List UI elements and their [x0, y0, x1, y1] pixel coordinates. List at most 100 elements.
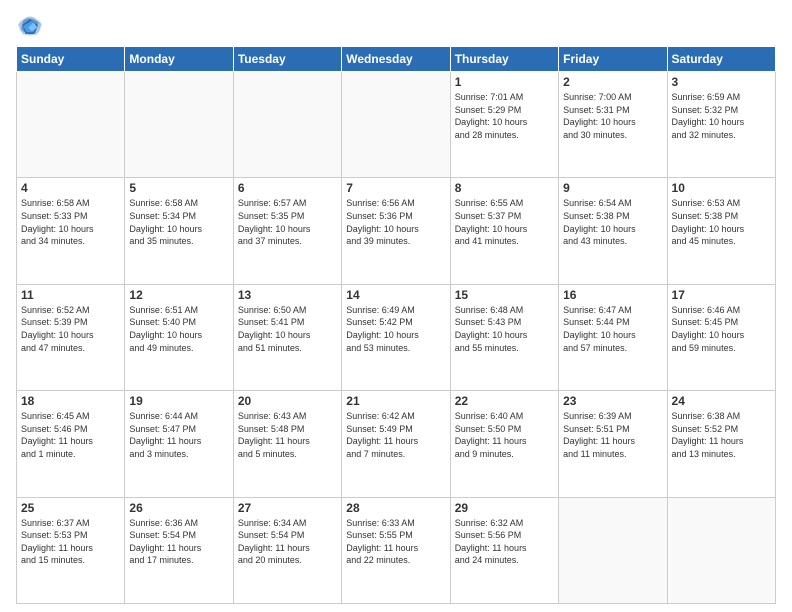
day-number: 24 — [672, 394, 771, 408]
header-day: Saturday — [667, 47, 775, 72]
day-info: Sunrise: 6:36 AMSunset: 5:54 PMDaylight:… — [129, 517, 228, 567]
calendar-table: SundayMondayTuesdayWednesdayThursdayFrid… — [16, 46, 776, 604]
day-number: 17 — [672, 288, 771, 302]
calendar-cell: 23 Sunrise: 6:39 AMSunset: 5:51 PMDayligh… — [559, 391, 667, 497]
calendar-cell — [559, 497, 667, 603]
day-info: Sunrise: 6:43 AMSunset: 5:48 PMDaylight:… — [238, 410, 337, 460]
day-info: Sunrise: 6:57 AMSunset: 5:35 PMDaylight:… — [238, 197, 337, 247]
day-number: 1 — [455, 75, 554, 89]
day-number: 6 — [238, 181, 337, 195]
calendar-cell: 21 Sunrise: 6:42 AMSunset: 5:49 PMDayligh… — [342, 391, 450, 497]
calendar-cell: 20Sunrise: 6:43 AMSunset: 5:48 PMDayligh… — [233, 391, 341, 497]
calendar-cell: 17Sunrise: 6:46 AMSunset: 5:45 PMDayligh… — [667, 284, 775, 390]
calendar-cell: 6 Sunrise: 6:57 AMSunset: 5:35 PMDaylight… — [233, 178, 341, 284]
day-number: 15 — [455, 288, 554, 302]
day-number: 28 — [346, 501, 445, 515]
day-info: Sunrise: 6:37 AMSunset: 5:53 PMDaylight:… — [21, 517, 120, 567]
header-day: Sunday — [17, 47, 125, 72]
day-info: Sunrise: 6:33 AMSunset: 5:55 PMDaylight:… — [346, 517, 445, 567]
day-info: Sunrise: 6:48 AMSunset: 5:43 PMDaylight:… — [455, 304, 554, 354]
calendar-cell: 9 Sunrise: 6:54 AMSunset: 5:38 PMDaylight… — [559, 178, 667, 284]
day-info: Sunrise: 7:00 AMSunset: 5:31 PMDaylight:… — [563, 91, 662, 141]
calendar-cell: 13 Sunrise: 6:50 AMSunset: 5:41 PMDayligh… — [233, 284, 341, 390]
calendar-week: 1 Sunrise: 7:01 AMSunset: 5:29 PMDaylight… — [17, 72, 776, 178]
day-info: Sunrise: 6:40 AMSunset: 5:50 PMDaylight:… — [455, 410, 554, 460]
day-info: Sunrise: 7:01 AMSunset: 5:29 PMDaylight:… — [455, 91, 554, 141]
day-info: Sunrise: 6:58 AMSunset: 5:33 PMDaylight:… — [21, 197, 120, 247]
day-number: 26 — [129, 501, 228, 515]
day-info: Sunrise: 6:49 AMSunset: 5:42 PMDaylight:… — [346, 304, 445, 354]
calendar-cell: 22 Sunrise: 6:40 AMSunset: 5:50 PMDayligh… — [450, 391, 558, 497]
day-number: 3 — [672, 75, 771, 89]
header-day: Thursday — [450, 47, 558, 72]
calendar-week: 25 Sunrise: 6:37 AMSunset: 5:53 PMDayligh… — [17, 497, 776, 603]
header-day: Tuesday — [233, 47, 341, 72]
day-number: 11 — [21, 288, 120, 302]
day-info: Sunrise: 6:54 AMSunset: 5:38 PMDaylight:… — [563, 197, 662, 247]
calendar-cell: 24Sunrise: 6:38 AMSunset: 5:52 PMDayligh… — [667, 391, 775, 497]
day-info: Sunrise: 6:44 AMSunset: 5:47 PMDaylight:… — [129, 410, 228, 460]
day-info: Sunrise: 6:56 AMSunset: 5:36 PMDaylight:… — [346, 197, 445, 247]
day-number: 19 — [129, 394, 228, 408]
day-info: Sunrise: 6:47 AMSunset: 5:44 PMDaylight:… — [563, 304, 662, 354]
calendar-cell: 15 Sunrise: 6:48 AMSunset: 5:43 PMDayligh… — [450, 284, 558, 390]
header — [16, 12, 776, 40]
day-info: Sunrise: 6:45 AMSunset: 5:46 PMDaylight:… — [21, 410, 120, 460]
calendar-cell — [17, 72, 125, 178]
day-info: Sunrise: 6:51 AMSunset: 5:40 PMDaylight:… — [129, 304, 228, 354]
day-number: 18 — [21, 394, 120, 408]
day-number: 29 — [455, 501, 554, 515]
header-row: SundayMondayTuesdayWednesdayThursdayFrid… — [17, 47, 776, 72]
header-day: Monday — [125, 47, 233, 72]
calendar-week: 18 Sunrise: 6:45 AMSunset: 5:46 PMDayligh… — [17, 391, 776, 497]
calendar-cell: 14 Sunrise: 6:49 AMSunset: 5:42 PMDayligh… — [342, 284, 450, 390]
calendar-header: SundayMondayTuesdayWednesdayThursdayFrid… — [17, 47, 776, 72]
header-day: Friday — [559, 47, 667, 72]
calendar-cell — [233, 72, 341, 178]
calendar-cell: 26 Sunrise: 6:36 AMSunset: 5:54 PMDayligh… — [125, 497, 233, 603]
calendar-cell — [342, 72, 450, 178]
day-number: 10 — [672, 181, 771, 195]
day-number: 22 — [455, 394, 554, 408]
page: SundayMondayTuesdayWednesdayThursdayFrid… — [0, 0, 792, 612]
calendar-cell: 29Sunrise: 6:32 AMSunset: 5:56 PMDayligh… — [450, 497, 558, 603]
calendar-cell: 2 Sunrise: 7:00 AMSunset: 5:31 PMDaylight… — [559, 72, 667, 178]
calendar-cell: 11 Sunrise: 6:52 AMSunset: 5:39 PMDayligh… — [17, 284, 125, 390]
day-info: Sunrise: 6:55 AMSunset: 5:37 PMDaylight:… — [455, 197, 554, 247]
calendar-cell: 10 Sunrise: 6:53 AMSunset: 5:38 PMDayligh… — [667, 178, 775, 284]
calendar-cell: 4 Sunrise: 6:58 AMSunset: 5:33 PMDaylight… — [17, 178, 125, 284]
day-number: 25 — [21, 501, 120, 515]
calendar-cell: 8 Sunrise: 6:55 AMSunset: 5:37 PMDaylight… — [450, 178, 558, 284]
day-number: 23 — [563, 394, 662, 408]
day-info: Sunrise: 6:39 AMSunset: 5:51 PMDaylight:… — [563, 410, 662, 460]
calendar-cell: 25 Sunrise: 6:37 AMSunset: 5:53 PMDayligh… — [17, 497, 125, 603]
day-number: 21 — [346, 394, 445, 408]
calendar-cell: 5Sunrise: 6:58 AMSunset: 5:34 PMDaylight… — [125, 178, 233, 284]
calendar-cell: 28 Sunrise: 6:33 AMSunset: 5:55 PMDayligh… — [342, 497, 450, 603]
day-number: 9 — [563, 181, 662, 195]
day-info: Sunrise: 6:50 AMSunset: 5:41 PMDaylight:… — [238, 304, 337, 354]
day-number: 27 — [238, 501, 337, 515]
day-info: Sunrise: 6:59 AMSunset: 5:32 PMDaylight:… — [672, 91, 771, 141]
header-day: Wednesday — [342, 47, 450, 72]
calendar-cell — [667, 497, 775, 603]
day-number: 2 — [563, 75, 662, 89]
day-info: Sunrise: 6:42 AMSunset: 5:49 PMDaylight:… — [346, 410, 445, 460]
day-number: 4 — [21, 181, 120, 195]
calendar-cell: 7 Sunrise: 6:56 AMSunset: 5:36 PMDaylight… — [342, 178, 450, 284]
calendar-cell: 3 Sunrise: 6:59 AMSunset: 5:32 PMDaylight… — [667, 72, 775, 178]
day-number: 5 — [129, 181, 228, 195]
day-number: 12 — [129, 288, 228, 302]
day-number: 8 — [455, 181, 554, 195]
calendar-cell: 1 Sunrise: 7:01 AMSunset: 5:29 PMDaylight… — [450, 72, 558, 178]
day-info: Sunrise: 6:52 AMSunset: 5:39 PMDaylight:… — [21, 304, 120, 354]
calendar-week: 4 Sunrise: 6:58 AMSunset: 5:33 PMDaylight… — [17, 178, 776, 284]
day-number: 14 — [346, 288, 445, 302]
day-number: 7 — [346, 181, 445, 195]
calendar-cell: 27Sunrise: 6:34 AMSunset: 5:54 PMDayligh… — [233, 497, 341, 603]
calendar-cell: 19 Sunrise: 6:44 AMSunset: 5:47 PMDayligh… — [125, 391, 233, 497]
day-info: Sunrise: 6:53 AMSunset: 5:38 PMDaylight:… — [672, 197, 771, 247]
calendar-week: 11 Sunrise: 6:52 AMSunset: 5:39 PMDayligh… — [17, 284, 776, 390]
calendar-body: 1 Sunrise: 7:01 AMSunset: 5:29 PMDaylight… — [17, 72, 776, 604]
day-number: 13 — [238, 288, 337, 302]
